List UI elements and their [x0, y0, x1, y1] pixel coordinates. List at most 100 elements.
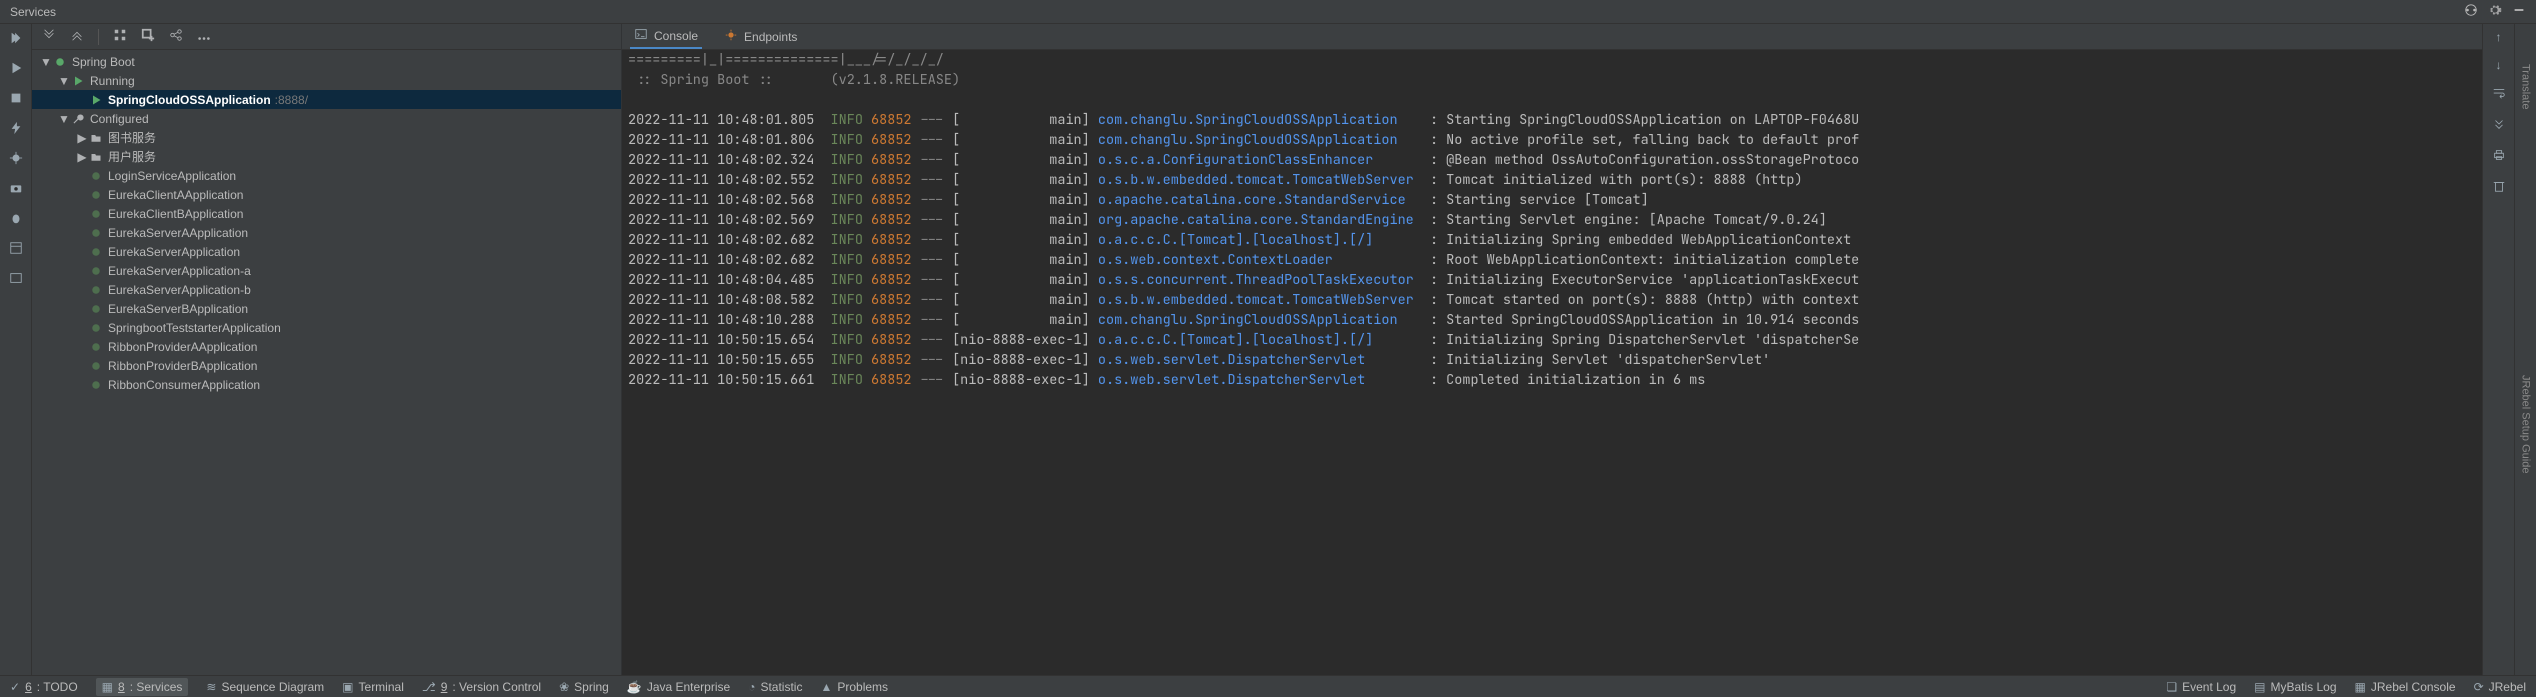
right-rail: Translate JRebel Setup Guide	[2514, 24, 2536, 675]
tree-config-item[interactable]: RibbonProviderAApplication	[32, 337, 621, 356]
node-label: EurekaServerApplication-a	[108, 264, 251, 278]
tab-endpoints-label: Endpoints	[744, 30, 797, 44]
tree-root[interactable]: ▼ Spring Boot	[32, 52, 621, 71]
node-label: 用户服务	[108, 148, 156, 165]
tab-icon: ▣	[342, 680, 353, 694]
tab-icon: ⎇	[422, 680, 436, 694]
node-icon	[88, 151, 104, 163]
tab-icon: ▤	[2254, 680, 2265, 694]
tab-icon: ◔	[748, 680, 755, 694]
camera-icon[interactable]	[8, 180, 24, 196]
bottom-bar: ✓ 6: TODO ▦ 8: Services ≋ Sequence Diagram…	[0, 675, 2536, 697]
tree-config-item[interactable]: RibbonProviderBApplication	[32, 356, 621, 375]
rail-jrebel-guide[interactable]: JRebel Setup Guide	[2520, 375, 2532, 473]
titlebar: Services	[0, 0, 2536, 24]
bottom-tab[interactable]: ⟳ JRebel	[2474, 680, 2526, 694]
run-icon[interactable]	[8, 60, 24, 76]
node-suffix: :8888/	[275, 93, 308, 107]
soft-wrap-icon[interactable]	[2492, 86, 2506, 103]
tree-folder[interactable]: ▶用户服务	[32, 147, 621, 166]
clear-icon[interactable]	[2492, 179, 2506, 196]
run-gutter	[0, 24, 32, 675]
node-label: EurekaServerAApplication	[108, 226, 248, 240]
rerun-icon[interactable]	[8, 30, 24, 46]
rail-translate[interactable]: Translate	[2520, 64, 2532, 109]
tree-config-item[interactable]: RibbonConsumerApplication	[32, 375, 621, 394]
tree-config-item[interactable]: EurekaServerApplication-b	[32, 280, 621, 299]
bottom-tab[interactable]: ⎇ 9: Version Control	[422, 680, 541, 694]
tree-config-item[interactable]: EurekaServerAApplication	[32, 223, 621, 242]
bottom-tab[interactable]: ▦ JRebel Console	[2355, 680, 2456, 694]
tree-config-item[interactable]: SpringbootTeststarterApplication	[32, 318, 621, 337]
minimize-icon[interactable]	[2512, 3, 2526, 20]
tree-folder[interactable]: ▶ 图书服务	[32, 128, 621, 147]
group-icon[interactable]	[113, 28, 127, 45]
node-label: EurekaServerBApplication	[108, 302, 248, 316]
node-label: EurekaClientAApplication	[108, 188, 243, 202]
bottom-tab[interactable]: ❀ Spring	[559, 680, 609, 694]
tab-icon: ⟳	[2474, 680, 2484, 694]
gear-icon[interactable]	[2488, 3, 2502, 20]
bottom-tab[interactable]: ▤ MyBatis Log	[2254, 680, 2336, 694]
console-icon	[634, 27, 648, 44]
tab-endpoints[interactable]: Endpoints	[720, 24, 801, 49]
tab-icon: ✓	[10, 680, 20, 694]
panel-title: Services	[10, 5, 56, 19]
node-icon	[88, 379, 104, 391]
bug-icon[interactable]	[8, 210, 24, 226]
bottom-tab[interactable]: ▦ 8: Services	[96, 678, 189, 696]
filter-icon[interactable]	[8, 270, 24, 286]
share-icon[interactable]	[169, 28, 183, 45]
more-icon[interactable]	[197, 28, 211, 45]
node-label: Running	[90, 74, 135, 88]
node-icon	[88, 322, 104, 334]
add-icon[interactable]	[141, 28, 155, 45]
node-label: SpringbootTeststarterApplication	[108, 321, 281, 335]
tree-config-item[interactable]: EurekaClientBApplication	[32, 204, 621, 223]
up-arrow-icon[interactable]: ↑	[2496, 30, 2502, 44]
scroll-end-icon[interactable]	[2492, 117, 2506, 134]
stop-icon[interactable]	[8, 90, 24, 106]
endpoints-icon	[724, 28, 738, 45]
bottom-tab[interactable]: ▣ Terminal	[342, 680, 404, 694]
expand-all-icon[interactable]	[42, 28, 56, 45]
collapse-all-icon[interactable]	[70, 28, 84, 45]
node-icon	[88, 94, 104, 106]
tree-running-app[interactable]: SpringCloudOSSApplication:8888/	[32, 90, 621, 109]
node-icon	[88, 341, 104, 353]
console-output[interactable]: =========|_|==============|___/=/_/_/_/ …	[622, 50, 2482, 675]
services-tree[interactable]: ▼Spring Boot▼RunningSpringCloudOSSApplic…	[32, 50, 621, 675]
chevron-icon: ▶	[76, 131, 88, 145]
chevron-icon: ▼	[40, 55, 52, 69]
node-icon	[70, 113, 86, 125]
bolt-icon[interactable]	[8, 120, 24, 136]
tree-toolbar	[32, 24, 621, 50]
bottom-tab[interactable]: ☕ Java Enterprise	[627, 680, 730, 694]
help-icon[interactable]	[2464, 3, 2478, 20]
tree-config-item[interactable]: EurekaServerApplication-a	[32, 261, 621, 280]
layout-icon[interactable]	[8, 240, 24, 256]
node-icon	[70, 75, 86, 87]
bottom-tab[interactable]: ✓ 6: TODO	[10, 680, 78, 694]
tree-configured[interactable]: ▼Configured	[32, 109, 621, 128]
bottom-tab[interactable]: ≋ Sequence Diagram	[206, 680, 324, 694]
print-icon[interactable]	[2492, 148, 2506, 165]
chevron-icon: ▼	[58, 74, 70, 88]
tree-running[interactable]: ▼ Running	[32, 71, 621, 90]
node-label: Spring Boot	[72, 55, 135, 69]
tree-config-item[interactable]: EurekaClientAApplication	[32, 185, 621, 204]
node-icon	[88, 227, 104, 239]
bottom-tab[interactable]: ▲ Problems	[820, 680, 888, 694]
bottom-tab[interactable]: ◔ Statistic	[748, 680, 802, 694]
down-arrow-icon[interactable]: ↓	[2496, 58, 2502, 72]
tab-console[interactable]: Console	[630, 24, 702, 49]
node-icon	[88, 132, 104, 144]
tab-icon: ▦	[102, 680, 113, 694]
tree-config-item[interactable]: LoginServiceApplication	[32, 166, 621, 185]
node-icon	[88, 265, 104, 277]
tree-config-item[interactable]: EurekaServerBApplication	[32, 299, 621, 318]
bottom-tab[interactable]: ❏ Event Log	[2166, 680, 2236, 694]
debug-icon[interactable]	[8, 150, 24, 166]
tree-config-item[interactable]: EurekaServerApplication	[32, 242, 621, 261]
node-label: 图书服务	[108, 129, 156, 146]
